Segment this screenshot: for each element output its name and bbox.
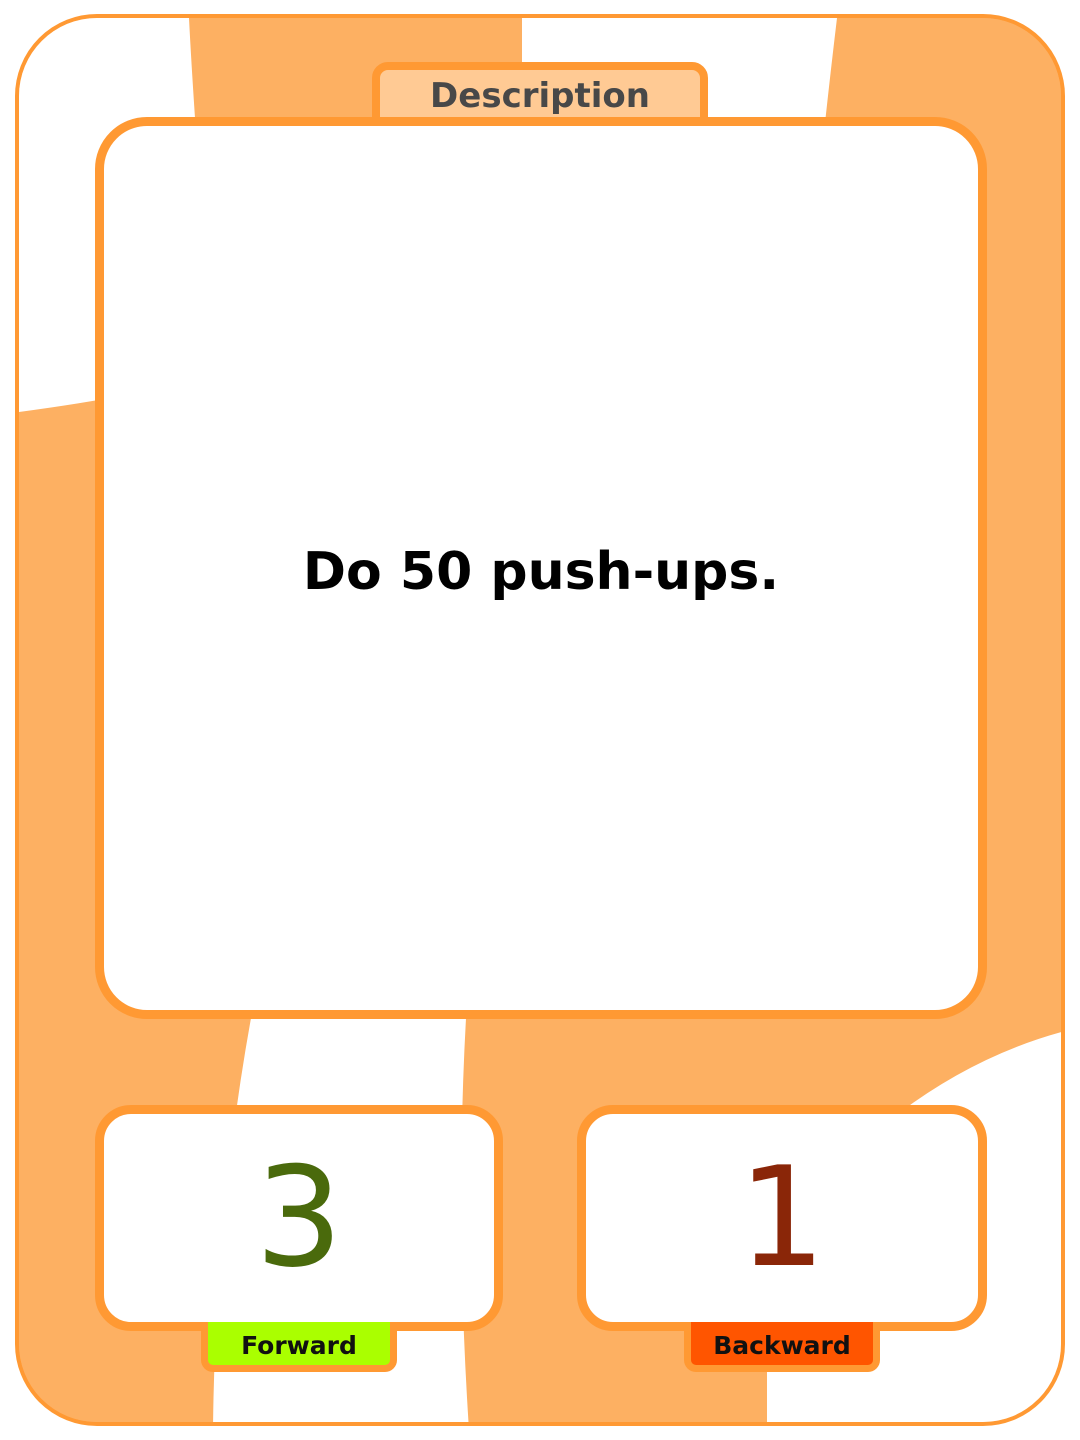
backward-label: Backward	[684, 1322, 880, 1372]
description-text: Do 50 push-ups.	[302, 542, 780, 602]
forward-label: Forward	[201, 1322, 397, 1372]
forward-value-box: 3	[95, 1105, 503, 1331]
backward-value-box: 1	[577, 1105, 987, 1331]
description-panel: Do 50 push-ups.	[95, 117, 987, 1019]
